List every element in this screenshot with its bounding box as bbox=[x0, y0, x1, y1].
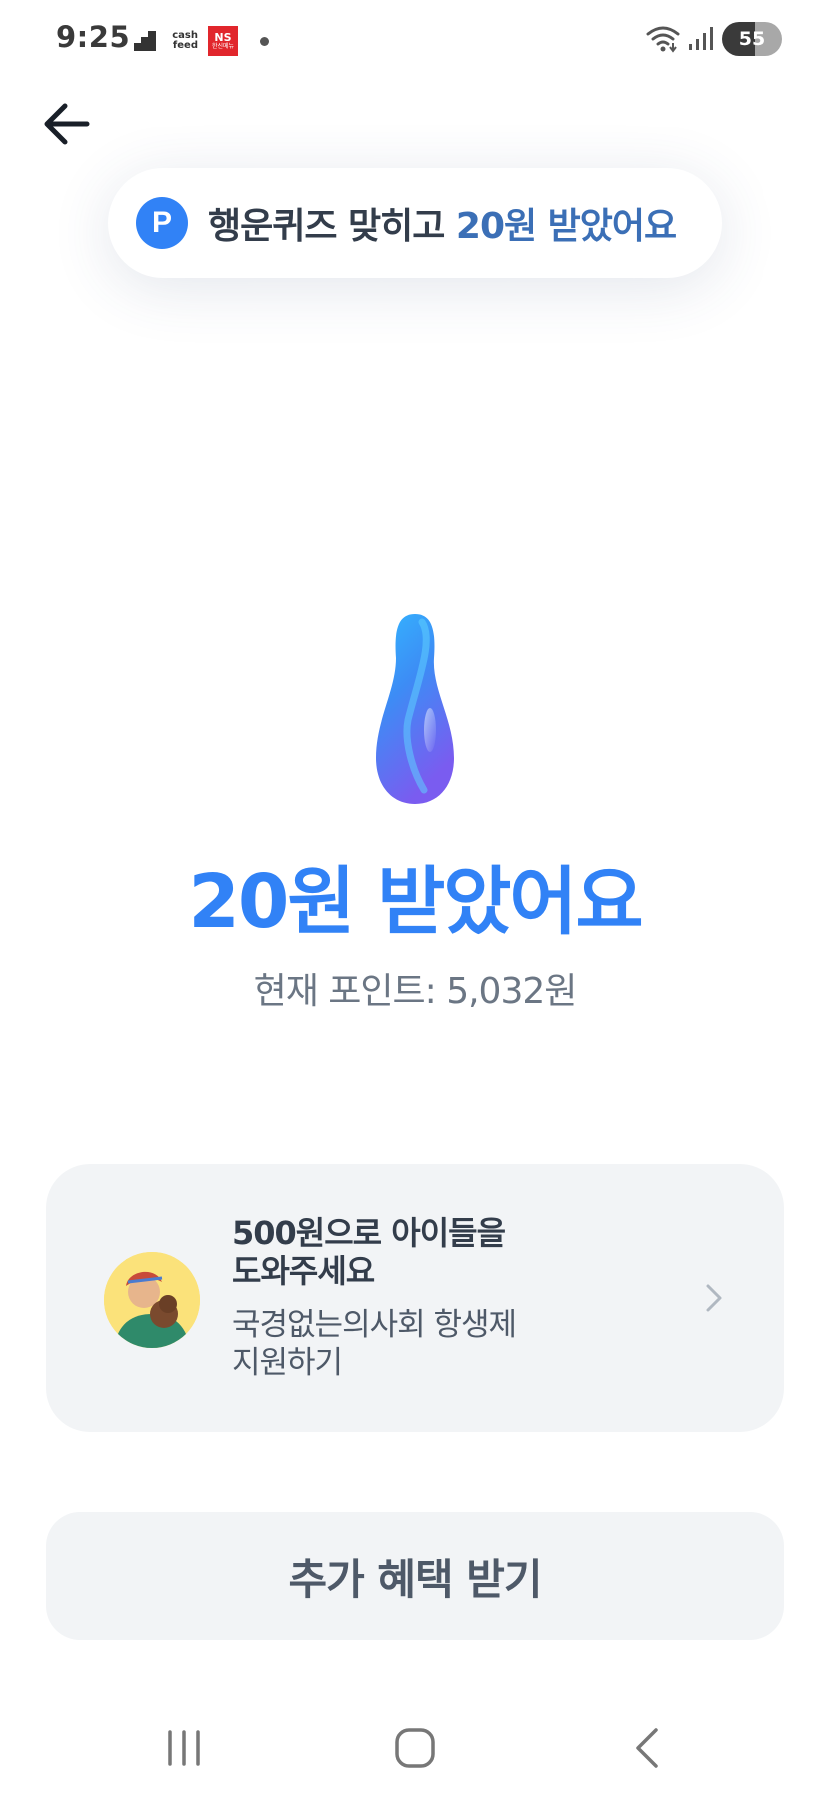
wifi-icon bbox=[646, 26, 680, 53]
toast-text-highlight: 20원 받았어요 bbox=[455, 206, 677, 247]
home-icon bbox=[395, 1728, 435, 1768]
navigation-bar bbox=[0, 1700, 830, 1798]
status-bar: 9:25 cash feed NS 한신메뉴 55 bbox=[0, 0, 830, 80]
back-icon bbox=[636, 1728, 658, 1768]
reward-title: 20원 받았어요 bbox=[188, 859, 643, 945]
more-notifications-dot-icon bbox=[260, 36, 269, 46]
signal-icon bbox=[689, 27, 713, 50]
chevron-right-icon bbox=[706, 1284, 722, 1312]
ns-app-icon: NS 한신메뉴 bbox=[208, 26, 238, 56]
donation-title: 500원으로 아이들을 도와주세요 bbox=[232, 1214, 506, 1290]
reward-toast: P 행운퀴즈 맞히고 20원 받았어요 bbox=[108, 168, 722, 278]
battery-level: 55 bbox=[738, 28, 766, 50]
system-status-icons: 55 bbox=[646, 22, 782, 56]
notification-icons: cash feed NS 한신메뉴 bbox=[134, 26, 269, 56]
recents-icon bbox=[168, 1730, 200, 1766]
recents-button[interactable] bbox=[154, 1718, 214, 1778]
extra-benefit-button[interactable]: 추가 혜택 받기 bbox=[46, 1512, 784, 1640]
toast-text-prefix: 행운퀴즈 맞히고 bbox=[208, 206, 456, 247]
home-button[interactable] bbox=[385, 1718, 445, 1778]
arrow-left-icon bbox=[44, 103, 90, 145]
donation-card[interactable]: 500원으로 아이들을 도와주세요 국경없는의사회 항생제 지원하기 bbox=[46, 1164, 784, 1432]
water-drop-icon bbox=[362, 610, 468, 810]
donation-avatar bbox=[104, 1252, 200, 1348]
toast-message: 행운퀴즈 맞히고 20원 받았어요 bbox=[208, 197, 677, 249]
point-icon: P bbox=[136, 197, 188, 249]
current-points: 현재 포인트: 5,032원 bbox=[253, 971, 578, 1012]
back-button[interactable] bbox=[38, 96, 94, 152]
cashfeed-app-icon: cash feed bbox=[172, 30, 198, 51]
nav-back-button[interactable] bbox=[618, 1718, 678, 1778]
stairs-app-icon bbox=[134, 31, 156, 51]
battery-icon: 55 bbox=[722, 22, 782, 56]
status-time: 9:25 bbox=[56, 20, 131, 54]
donation-description: 국경없는의사회 항생제 지원하기 bbox=[232, 1307, 517, 1381]
